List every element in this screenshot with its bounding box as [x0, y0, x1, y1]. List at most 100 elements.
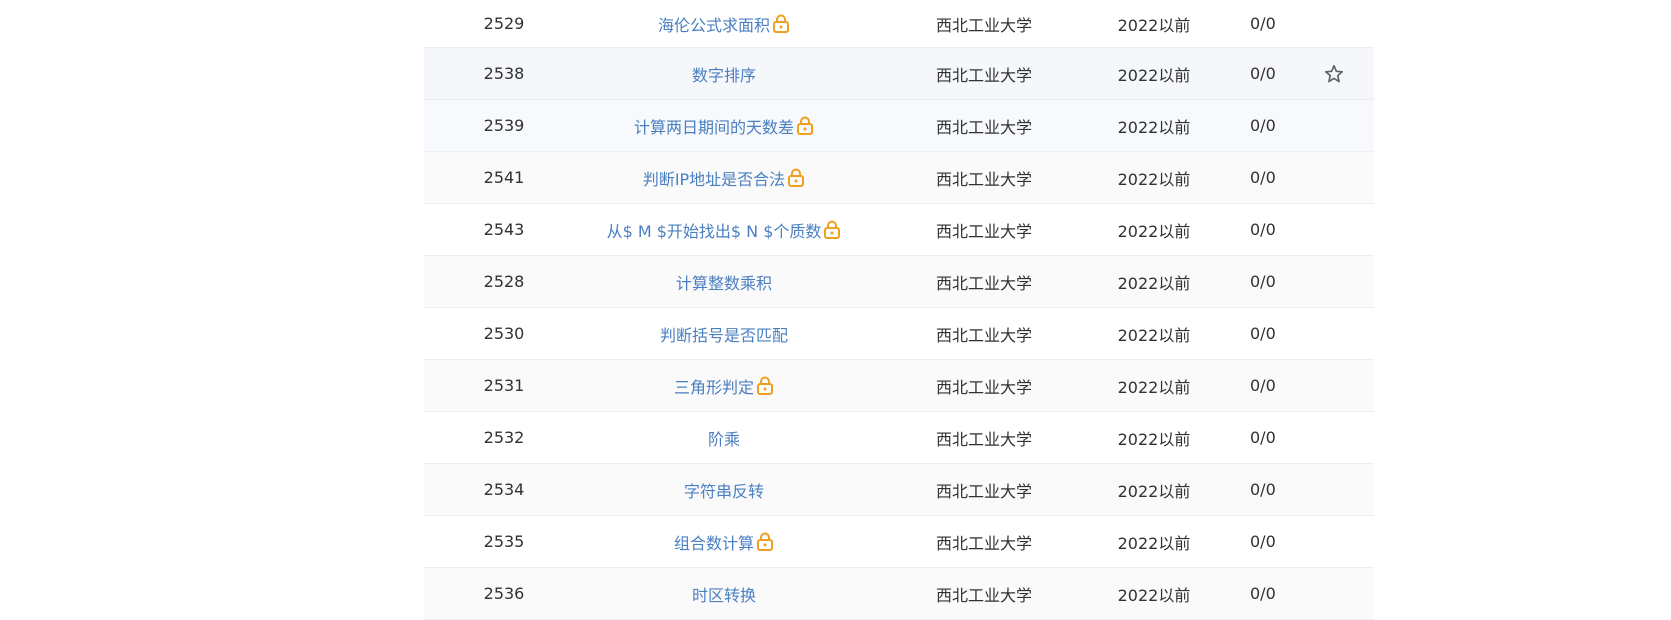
problem-title: 判断括号是否匹配 — [659, 325, 788, 345]
problem-id: 2539 — [483, 116, 525, 135]
problem-title-link[interactable]: 组合数计算 — [674, 530, 774, 554]
pass-ratio-value: 0/0 — [1250, 220, 1276, 239]
pass-ratio: 0/0 — [1224, 464, 1364, 515]
problem-id: 2534 — [483, 480, 525, 499]
pass-ratio-value: 0/0 — [1250, 532, 1276, 551]
problem-title-link[interactable]: 三角形判定 — [674, 374, 774, 398]
problem-title-link[interactable]: 阶乘 — [708, 426, 740, 450]
problem-id: 2530 — [483, 324, 525, 343]
problem-year: 2022以前 — [1117, 377, 1191, 397]
lock-icon — [757, 376, 773, 395]
favorite-cell — [1294, 48, 1374, 99]
pass-ratio: 0/0 — [1224, 568, 1364, 619]
pass-ratio-value: 0/0 — [1250, 14, 1276, 33]
pass-ratio: 0/0 — [1224, 204, 1364, 255]
pass-ratio: 0/0 — [1224, 308, 1364, 359]
table-row: 2535 组合数计算 西北工业大学 2022以前 0/0 — [424, 516, 1374, 568]
pass-ratio-value: 0/0 — [1250, 480, 1276, 499]
problem-year: 2022以前 — [1117, 325, 1191, 345]
pass-ratio-value: 0/0 — [1250, 272, 1276, 291]
problem-title: 三角形判定 — [673, 377, 754, 397]
problem-source: 西北工业大学 — [935, 273, 1032, 293]
pass-ratio: 0/0 — [1224, 360, 1364, 411]
pass-ratio: 0/0 — [1224, 152, 1364, 203]
table-row: 2531 三角形判定 西北工业大学 2022以前 0/0 — [424, 360, 1374, 412]
pass-ratio-value: 0/0 — [1250, 64, 1276, 83]
problem-source: 西北工业大学 — [935, 429, 1032, 449]
pass-ratio: 0/0 — [1224, 0, 1364, 47]
problem-source: 西北工业大学 — [935, 533, 1032, 553]
problem-id: 2536 — [483, 584, 525, 603]
problem-title: 计算整数乘积 — [675, 273, 772, 293]
pass-ratio: 0/0 — [1224, 516, 1364, 567]
problem-year: 2022以前 — [1117, 65, 1191, 85]
problem-source: 西北工业大学 — [935, 169, 1032, 189]
problem-title-link[interactable]: 判断IP地址是否合法 — [643, 166, 805, 190]
problem-id: 2529 — [483, 14, 525, 33]
lock-icon — [757, 532, 773, 551]
problem-title-link[interactable]: 数字排序 — [692, 62, 756, 86]
problem-source: 西北工业大学 — [935, 585, 1032, 605]
problem-title-link[interactable]: 时区转换 — [692, 582, 756, 606]
problem-title: 字符串反转 — [683, 481, 764, 501]
problem-id: 2532 — [483, 428, 525, 447]
problem-source: 西北工业大学 — [935, 481, 1032, 501]
problem-source: 西北工业大学 — [935, 377, 1032, 397]
lock-icon — [824, 220, 841, 239]
problem-id: 2531 — [483, 376, 525, 395]
problem-year: 2022以前 — [1117, 15, 1191, 35]
table-row: 2529 海伦公式求面积 西北工业大学 2022以前 0/0 — [424, 0, 1374, 48]
problem-id: 2538 — [483, 64, 525, 83]
table-row: 2528 计算整数乘积 西北工业大学 2022以前 0/0 — [424, 256, 1374, 308]
problem-year: 2022以前 — [1117, 585, 1191, 605]
table-row: 2538 数字排序 西北工业大学 2022以前 0/0 — [424, 48, 1374, 100]
problem-table: 2529 海伦公式求面积 西北工业大学 2022以前 0/0 2538 数字排序… — [424, 0, 1374, 620]
problem-id: 2543 — [483, 220, 525, 239]
problem-title-link[interactable]: 计算整数乘积 — [676, 270, 772, 294]
problem-title-link[interactable]: 计算两日期间的天数差 — [634, 114, 814, 138]
problem-title: 计算两日期间的天数差 — [633, 117, 794, 137]
problem-source: 西北工业大学 — [935, 65, 1032, 85]
lock-icon — [773, 14, 789, 33]
pass-ratio: 0/0 — [1224, 412, 1364, 463]
problem-title: 时区转换 — [691, 585, 756, 605]
problem-title: 判断IP地址是否合法 — [642, 169, 786, 189]
lock-icon — [788, 168, 805, 187]
problem-year: 2022以前 — [1117, 429, 1191, 449]
problem-title-link[interactable]: 字符串反转 — [684, 478, 764, 502]
problem-source: 西北工业大学 — [935, 117, 1032, 137]
problem-title-link[interactable]: 从$ M $开始找出$ N $个质数 — [607, 218, 842, 242]
problem-title: 组合数计算 — [673, 533, 754, 553]
problem-year: 2022以前 — [1117, 533, 1191, 553]
star-outline-icon[interactable] — [1323, 63, 1345, 85]
pass-ratio: 0/0 — [1224, 100, 1364, 151]
table-row: 2539 计算两日期间的天数差 西北工业大学 2022以前 0/0 — [424, 100, 1374, 152]
problem-title: 从$ M $开始找出$ N $个质数 — [606, 221, 822, 241]
pass-ratio: 0/0 — [1224, 256, 1364, 307]
problem-title-link[interactable]: 海伦公式求面积 — [658, 12, 790, 36]
problem-year: 2022以前 — [1117, 273, 1191, 293]
problem-id: 2541 — [483, 168, 525, 187]
pass-ratio-value: 0/0 — [1250, 116, 1276, 135]
pass-ratio-value: 0/0 — [1250, 584, 1276, 603]
problem-year: 2022以前 — [1117, 221, 1191, 241]
problem-id: 2528 — [483, 272, 525, 291]
problem-title: 数字排序 — [691, 65, 756, 85]
table-row: 2536 时区转换 西北工业大学 2022以前 0/0 — [424, 568, 1374, 620]
problem-source: 西北工业大学 — [935, 15, 1032, 35]
problem-title-link[interactable]: 判断括号是否匹配 — [660, 322, 788, 346]
problem-year: 2022以前 — [1117, 169, 1191, 189]
problem-id: 2535 — [483, 532, 525, 551]
pass-ratio-value: 0/0 — [1250, 428, 1276, 447]
table-row: 2532 阶乘 西北工业大学 2022以前 0/0 — [424, 412, 1374, 464]
problem-year: 2022以前 — [1117, 481, 1191, 501]
pass-ratio-value: 0/0 — [1250, 376, 1276, 395]
table-row: 2530 判断括号是否匹配 西北工业大学 2022以前 0/0 — [424, 308, 1374, 360]
problem-source: 西北工业大学 — [935, 325, 1032, 345]
pass-ratio-value: 0/0 — [1250, 168, 1276, 187]
problem-year: 2022以前 — [1117, 117, 1191, 137]
problem-title: 阶乘 — [707, 429, 740, 449]
table-row: 2543 从$ M $开始找出$ N $个质数 西北工业大学 2022以前 0/… — [424, 204, 1374, 256]
lock-icon — [797, 116, 813, 135]
pass-ratio-value: 0/0 — [1250, 324, 1276, 343]
